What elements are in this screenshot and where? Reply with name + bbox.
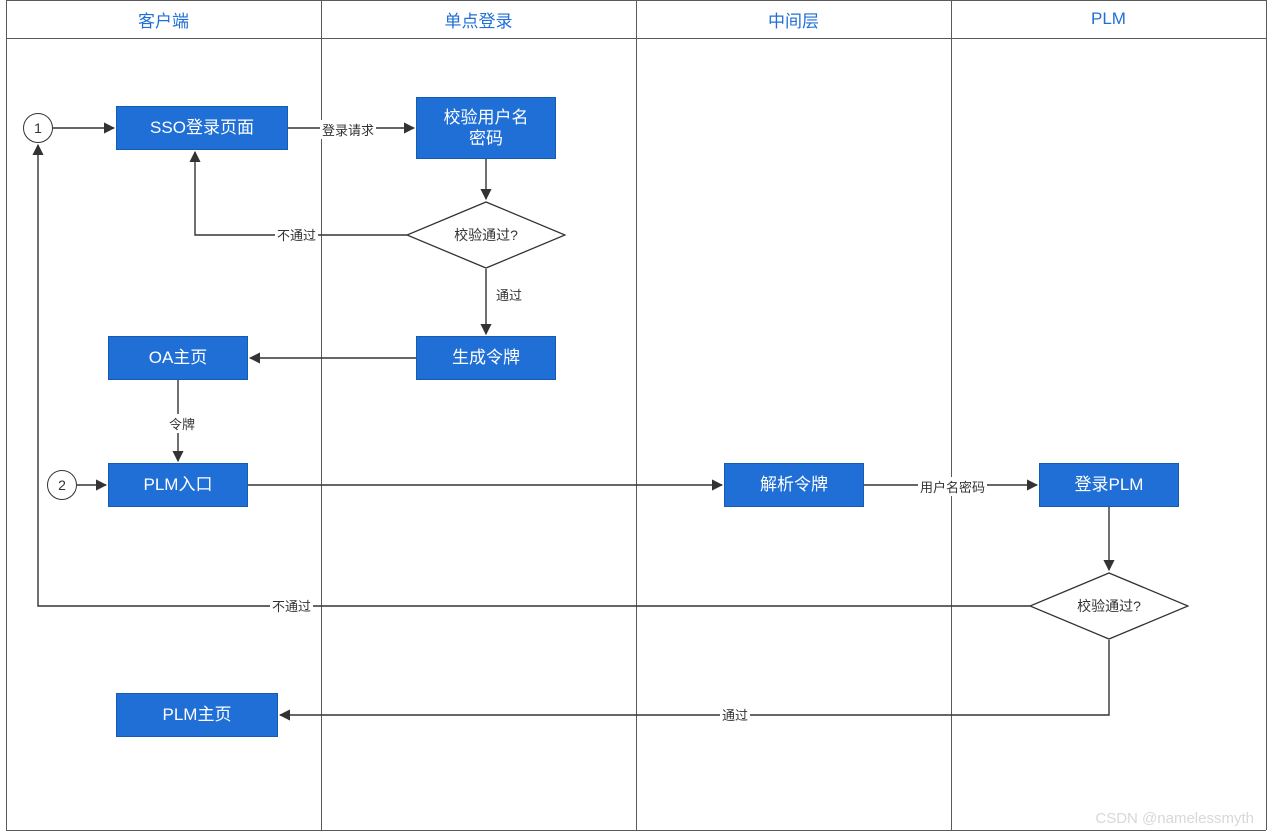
- node-validate-user-pwd: 校验用户名 密码: [416, 97, 556, 159]
- node-plm-home: PLM主页: [116, 693, 278, 737]
- edge-label-fail-2: 不通过: [270, 596, 313, 615]
- lane-header-plm: PLM: [951, 0, 1266, 38]
- node-oa-home: OA主页: [108, 336, 248, 380]
- grid-line: [6, 0, 7, 830]
- grid-line: [1266, 0, 1267, 830]
- flowchart-canvas: 客户端 单点登录 中间层 PLM 1 2 SSO登录页面 校验用户名 密码 生成…: [0, 0, 1272, 835]
- edge-label-pass-1: 通过: [494, 285, 524, 304]
- edge-label-token: 令牌: [167, 414, 197, 433]
- decision-validate-2: 校验通过?: [1029, 572, 1189, 640]
- grid-line: [951, 0, 952, 830]
- node-plm-entry: PLM入口: [108, 463, 248, 507]
- node-gen-token: 生成令牌: [416, 336, 556, 380]
- decision-validate-1: 校验通过?: [406, 201, 566, 269]
- grid-line: [636, 0, 637, 830]
- grid-line: [6, 830, 1266, 831]
- node-parse-token: 解析令牌: [724, 463, 864, 507]
- edge-label-pass-2: 通过: [720, 705, 750, 724]
- watermark: CSDN @namelessmyth: [1095, 810, 1254, 827]
- lane-header-client: 客户端: [6, 0, 321, 38]
- start-circle-1: 1: [23, 113, 53, 143]
- edge-label-user-pwd: 用户名密码: [918, 477, 987, 496]
- lane-header-middle: 中间层: [636, 0, 951, 38]
- decision-label: 校验通过?: [406, 201, 566, 269]
- lane-header-sso: 单点登录: [321, 0, 636, 38]
- start-circle-2: 2: [47, 470, 77, 500]
- edge-label-login-req: 登录请求: [320, 120, 376, 139]
- node-sso-login-page: SSO登录页面: [116, 106, 288, 150]
- decision-label: 校验通过?: [1029, 572, 1189, 640]
- node-login-plm: 登录PLM: [1039, 463, 1179, 507]
- edge-label-fail-1: 不通过: [275, 225, 318, 244]
